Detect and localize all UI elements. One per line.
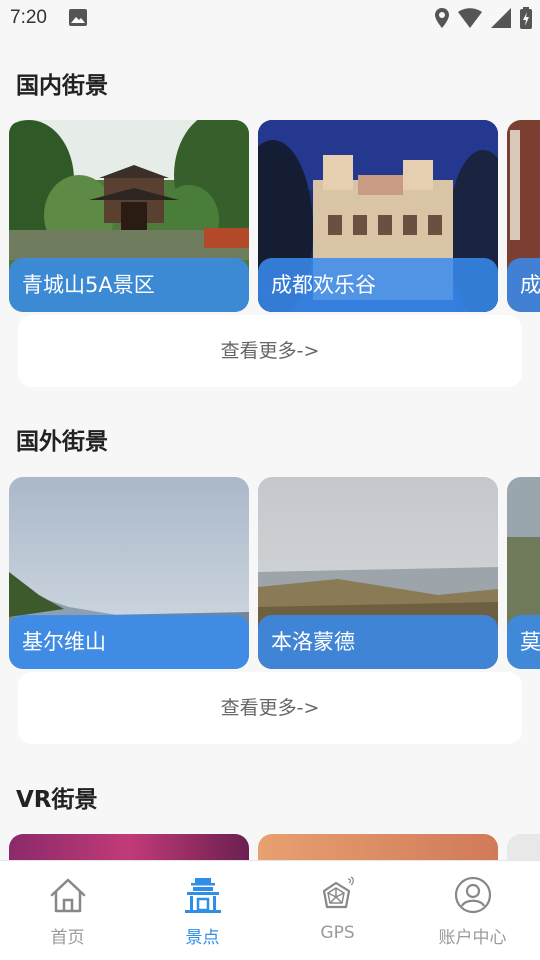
scenic-card-label: 成都欢乐谷 (258, 258, 498, 312)
location-icon (435, 8, 449, 28)
nav-item-home[interactable]: 首页 (0, 861, 135, 960)
vr-carousel[interactable] (0, 834, 540, 860)
gallery-notification-icon (69, 9, 87, 26)
scenic-spot-icon (185, 878, 221, 913)
scenic-card-label: 基尔维山 (9, 615, 249, 669)
status-time: 7:20 (10, 7, 47, 28)
battery-charging-icon (520, 7, 532, 29)
view-more-button[interactable]: 查看更多-> (18, 315, 522, 387)
scenic-card-label: 青城山5A景区 (9, 258, 249, 312)
scenic-card[interactable]: 青城山5A景区 (9, 120, 249, 312)
vr-card[interactable] (258, 834, 498, 860)
nav-label: 账户中心 (438, 928, 507, 948)
nav-item-gps[interactable]: GPS (270, 861, 405, 960)
nav-label: GPS (320, 923, 355, 943)
scenic-card[interactable]: 莫 (507, 477, 540, 669)
section-title-foreign: 国外街景 (16, 429, 108, 455)
status-bar: 7:20 (0, 0, 540, 36)
nav-label: 景点 (185, 928, 220, 948)
nav-item-scenic[interactable]: 景点 (135, 861, 270, 960)
cell-signal-icon (491, 8, 511, 28)
vr-photo (507, 834, 540, 860)
scenic-card[interactable]: 本洛蒙德 (258, 477, 498, 669)
gps-icon (322, 876, 354, 909)
section-title-domestic: 国内街景 (16, 73, 108, 99)
account-icon (454, 876, 492, 914)
section-title-vr: VR街景 (16, 787, 98, 813)
vr-photo (258, 834, 498, 860)
domestic-carousel[interactable]: 青城山5A景区 成都欢乐谷 成 (0, 120, 540, 312)
scenic-card-label: 本洛蒙德 (258, 615, 498, 669)
scenic-card[interactable]: 基尔维山 (9, 477, 249, 669)
wifi-icon (458, 8, 482, 28)
nav-label: 首页 (50, 928, 85, 948)
bottom-nav: 首页 景点 GPS 账户中心 (0, 860, 540, 960)
scenic-card[interactable]: 成 (507, 120, 540, 312)
scenic-card-label: 成 (507, 258, 540, 312)
foreign-carousel[interactable]: 基尔维山 本洛蒙德 莫 (0, 477, 540, 669)
vr-card[interactable] (507, 834, 540, 860)
home-icon (50, 878, 86, 913)
nav-item-account[interactable]: 账户中心 (405, 861, 540, 960)
scenic-card-label: 莫 (507, 615, 540, 669)
scenic-card[interactable]: 成都欢乐谷 (258, 120, 498, 312)
vr-photo (9, 834, 249, 860)
view-more-button[interactable]: 查看更多-> (18, 672, 522, 744)
vr-card[interactable] (9, 834, 249, 860)
